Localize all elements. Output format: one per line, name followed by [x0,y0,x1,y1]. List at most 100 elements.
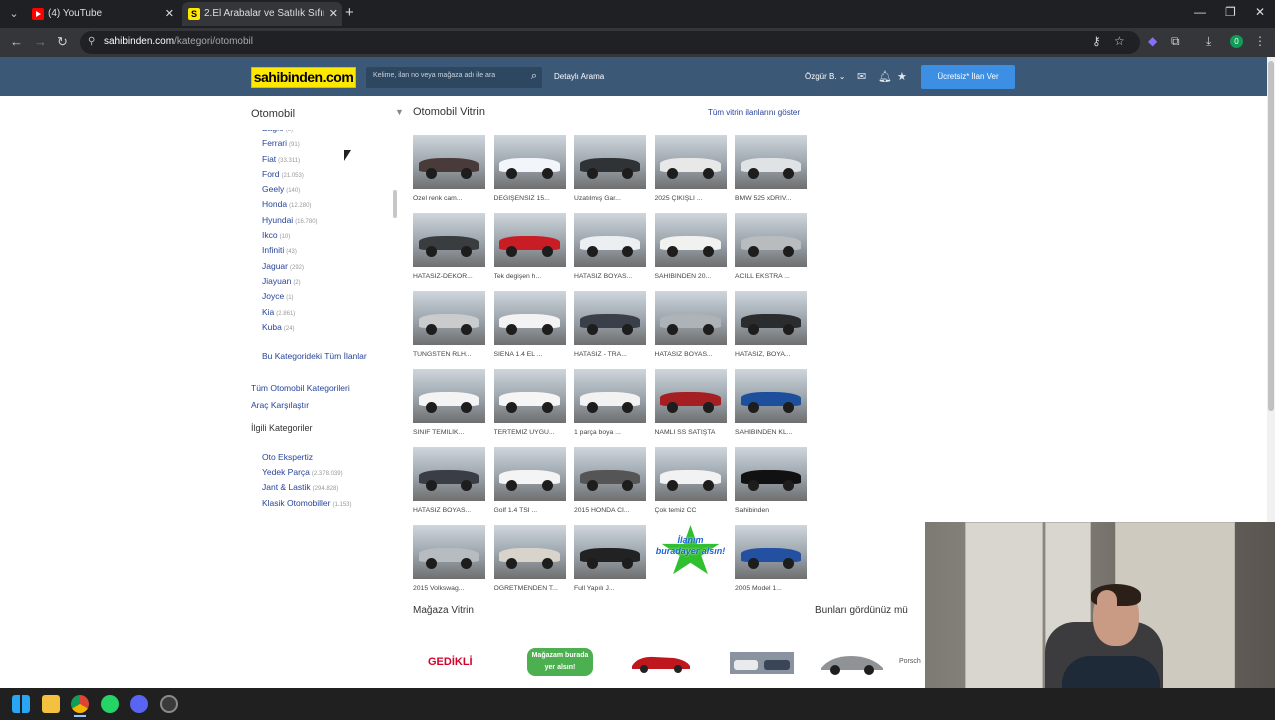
listing-photo[interactable] [574,291,646,345]
brand-item[interactable]: Fiat (33.311) [262,152,392,167]
favorites-star-icon[interactable]: ★ [897,70,907,83]
listing-photo[interactable] [654,213,727,267]
listing-photo[interactable] [735,525,807,579]
listing-caption[interactable]: HATASIZ BOYAS... [574,273,652,280]
listing-photo[interactable] [574,213,646,267]
bookmark-star-icon[interactable]: ☆ [1114,34,1125,48]
listing-caption[interactable]: HATASIZ BOYAS... [413,507,491,514]
vitrin-listing[interactable]: Golf 1.4 TSI ... [493,447,568,521]
listing-caption[interactable]: TERTEMİZ UYGU... [494,429,572,436]
site-logo[interactable]: sahibinden.com [251,67,356,88]
vitrin-listing[interactable]: İlanım buradayer alsın! [655,525,729,599]
listing-photo[interactable] [413,369,485,423]
listing-caption[interactable]: Full Yapılı J... [574,585,652,592]
related-item[interactable]: Oto Ekspertiz [262,452,313,462]
vitrin-listing[interactable]: TUNGSTEN RLH... [413,291,487,365]
listing-caption[interactable]: 2005 Model 1... [735,585,813,592]
tab-search-icon[interactable]: ⌄ [6,6,22,22]
car-lot-store-logo[interactable] [730,648,794,676]
password-key-icon[interactable]: ⚷ [1092,34,1101,48]
vitrin-listing[interactable]: HATASIZ - TRA... [574,291,648,365]
brand-item[interactable]: Ford (21.053) [262,167,392,182]
related-item[interactable]: Yedek Parça (2.378.039) [262,467,343,477]
listing-photo[interactable] [413,135,485,189]
brand-item[interactable]: Jiayuan (2) [262,274,392,289]
listing-photo[interactable] [735,291,807,345]
notifications-bell-icon[interactable]: 🔔︎ [878,70,892,83]
listing-photo[interactable] [654,369,727,423]
vitrin-listing[interactable]: NAMLI SS SATIŞTA [654,369,729,443]
tab-youtube[interactable]: (4) YouTube ✕ [26,2,178,26]
vitrin-listing[interactable]: Tek degişen h... [493,213,568,287]
vitrin-listing[interactable]: Full Yapılı J... [574,525,648,599]
brand-list-scrollbar[interactable] [393,190,397,218]
minimize-icon[interactable]: — [1194,5,1206,19]
listing-photo[interactable] [574,447,646,501]
show-all-vitrin-link[interactable]: Tüm vitrin ilanlarını göster [708,108,800,117]
brand-item[interactable]: Jaguar (292) [262,259,392,274]
listing-photo[interactable] [735,369,807,423]
file-explorer-icon[interactable] [42,695,60,713]
vitrin-listing[interactable]: DEĞİŞENSİZ 15... [493,135,568,209]
vitrin-listing[interactable]: TERTEMİZ UYGU... [493,369,568,443]
listing-caption[interactable]: 2015 HONDA Cİ... [574,507,652,514]
listing-caption[interactable]: BMW 525 xDRIV... [735,195,813,202]
brand-item[interactable]: Infiniti (43) [262,243,392,258]
brand-item[interactable]: Honda (12.280) [262,197,392,212]
vitrin-listing[interactable]: Sahibinden [735,447,809,521]
brand-item[interactable]: Geely (140) [262,182,392,197]
listing-caption[interactable]: NAMLI SS SATIŞTA [655,429,733,436]
vitrin-listing[interactable]: ACİLL EKSTRA ... [735,213,809,287]
search-icon[interactable]: ⌕ [531,70,537,83]
listing-photo[interactable] [493,447,566,501]
brand-item[interactable]: Hyundai (16.780) [262,213,392,228]
listing-photo[interactable] [735,213,807,267]
filter-icon[interactable]: ▼ [395,107,404,117]
listing-caption[interactable]: SAHİBİNDEN 20... [655,273,733,280]
brand-item[interactable]: Ferrari (91) [262,136,392,151]
listing-photo[interactable] [654,447,727,501]
vitrin-listing[interactable]: HATASIZ-DEKOR... [413,213,487,287]
all-listings-link[interactable]: Bu Kategorideki Tüm İlanlar [262,351,367,361]
menu-dots-icon[interactable]: ⋮ [1254,34,1266,48]
listing-caption[interactable]: SAHİBİNDEN KL... [735,429,813,436]
listing-photo[interactable] [574,525,646,579]
user-menu[interactable]: Özgür B. ⌄ [805,72,846,81]
all-categories-link[interactable]: Tüm Otomobil Kategorileri [251,383,350,393]
site-info-icon[interactable]: ⚲ [88,36,95,47]
tab-sahibinden[interactable]: S 2.El Arabalar ve Satılık Sıfır Km ✕ [182,2,342,26]
listing-caption[interactable]: 1 parça boya ... [574,429,652,436]
listing-caption[interactable]: HATASIZ BOYAS... [655,351,733,358]
vitrin-listing[interactable]: SAHİBİNDEN KL... [735,369,809,443]
vitrin-listing[interactable]: Çok temiz CC [654,447,729,521]
vitrin-listing[interactable]: 2015 Volkswag... [413,525,487,599]
listing-caption[interactable]: SINIF TEMİLİK... [413,429,491,436]
vitrin-listing[interactable]: 2015 HONDA Cİ... [574,447,648,521]
listing-caption[interactable]: DEĞİŞENSİZ 15... [494,195,572,202]
extension-icon[interactable]: ◆ [1148,34,1157,48]
gedikli-store-logo[interactable]: GEDİKLİ [428,648,490,676]
listing-caption[interactable]: Sahibinden [735,507,813,514]
listing-photo[interactable] [413,291,485,345]
listing-caption[interactable]: HATASIZ, BOYA... [735,351,813,358]
vitrin-listing[interactable]: 2005 Model 1... [735,525,809,599]
forward-icon[interactable]: → [34,34,47,50]
compare-cars-link[interactable]: Araç Karşılaştır [251,400,309,410]
vitrin-listing[interactable]: Özel renk cam... [413,135,487,209]
porsche-store-logo[interactable] [817,648,887,676]
listing-photo[interactable] [493,525,566,579]
brand-item[interactable]: Kuba (24) [262,320,392,335]
advanced-search-link[interactable]: Detaylı Arama [554,72,604,81]
listing-photo[interactable] [574,369,646,423]
listing-photo[interactable] [413,447,485,501]
close-tab-icon[interactable]: ✕ [329,2,338,26]
maximize-icon[interactable]: ❐ [1225,5,1236,19]
listing-caption[interactable]: Golf 1.4 TSI ... [494,507,572,514]
vitrin-listing[interactable]: 2025 ÇIKIŞLI ... [654,135,729,209]
brand-item[interactable]: Ikco (10) [262,228,392,243]
listing-caption[interactable]: 2015 Volkswag... [413,585,491,592]
brand-list[interactable]: Eagle(3)Ferrari(91)Fiat(33.311)Ford(21.0… [262,130,392,342]
listing-caption[interactable]: HATASIZ - TRA... [574,351,652,358]
listing-photo[interactable] [493,213,566,267]
listing-caption[interactable]: ÖĞRETMENDEN T... [494,585,572,592]
